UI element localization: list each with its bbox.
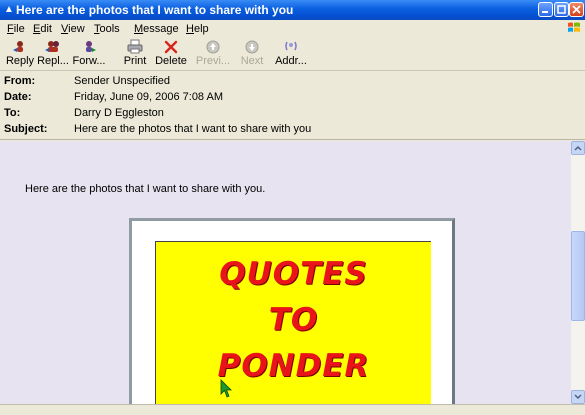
from-value: Sender Unspecified bbox=[74, 75, 171, 87]
delete-button[interactable]: Delete bbox=[152, 38, 190, 69]
menu-edit[interactable]: Edit bbox=[33, 23, 52, 35]
maximize-icon bbox=[557, 5, 566, 14]
scroll-up-button[interactable] bbox=[571, 141, 585, 155]
message-body[interactable]: Here are the photos that I want to share… bbox=[0, 141, 571, 404]
quotes-image: QUOTES TO PONDER bbox=[155, 241, 431, 404]
print-button[interactable]: Print bbox=[119, 38, 151, 69]
toolbar: Reply Repl... Forw... Print Delete Previ… bbox=[0, 37, 585, 71]
addresses-button[interactable]: Addr... bbox=[271, 38, 311, 69]
chevron-up-icon bbox=[574, 145, 582, 151]
arrow-up-icon bbox=[206, 40, 220, 54]
vertical-scrollbar[interactable] bbox=[571, 141, 585, 404]
close-button[interactable] bbox=[569, 2, 584, 17]
image-text-line: TO bbox=[268, 302, 319, 338]
mail-icon: ▲ bbox=[4, 4, 14, 15]
to-value: Darry D Eggleston bbox=[74, 107, 164, 119]
next-button[interactable]: Next bbox=[237, 38, 267, 69]
subject-value: Here are the photos that I want to share… bbox=[74, 123, 312, 135]
menu-tools[interactable]: Tools bbox=[94, 23, 120, 35]
menu-help[interactable]: Help bbox=[186, 23, 209, 35]
scroll-down-button[interactable] bbox=[571, 390, 585, 404]
arrow-down-icon bbox=[245, 40, 259, 54]
image-text-line: PONDER bbox=[217, 348, 370, 384]
date-value: Friday, June 09, 2006 7:08 AM bbox=[74, 91, 223, 103]
close-icon bbox=[572, 5, 581, 14]
menu-bar: File Edit View Tools Message Help bbox=[0, 20, 585, 37]
menu-message[interactable]: Message bbox=[134, 23, 179, 35]
minimize-icon bbox=[542, 11, 548, 13]
status-bar bbox=[0, 404, 585, 415]
title-bar[interactable]: ▲ Here are the photos that I want to sha… bbox=[0, 0, 585, 20]
maximize-button[interactable] bbox=[554, 2, 569, 17]
reply-all-button[interactable]: Repl... bbox=[35, 38, 71, 69]
minimize-button[interactable] bbox=[538, 2, 553, 17]
mouse-cursor-icon bbox=[220, 379, 232, 398]
printer-icon bbox=[127, 39, 143, 54]
scroll-thumb[interactable] bbox=[571, 231, 585, 321]
forward-button[interactable]: Forw... bbox=[69, 38, 109, 69]
delete-icon bbox=[164, 40, 178, 54]
reply-icon bbox=[13, 41, 23, 52]
forward-icon bbox=[86, 41, 96, 52]
previous-button[interactable]: Previ... bbox=[195, 38, 231, 69]
address-book-icon bbox=[285, 41, 297, 51]
windows-logo-icon bbox=[568, 22, 580, 32]
message-text: Here are the photos that I want to share… bbox=[25, 183, 266, 195]
reply-all-icon bbox=[45, 41, 59, 52]
window-title: Here are the photos that I want to share… bbox=[16, 3, 294, 17]
reply-button[interactable]: Reply bbox=[4, 38, 36, 69]
menu-view[interactable]: View bbox=[61, 23, 85, 35]
chevron-down-icon bbox=[574, 394, 582, 400]
image-text-line: QUOTES bbox=[219, 256, 368, 292]
message-headers: From: Sender Unspecified Date: Friday, J… bbox=[0, 71, 585, 140]
menu-file[interactable]: File bbox=[7, 23, 25, 35]
photo-attachment[interactable]: QUOTES TO PONDER bbox=[129, 218, 455, 404]
